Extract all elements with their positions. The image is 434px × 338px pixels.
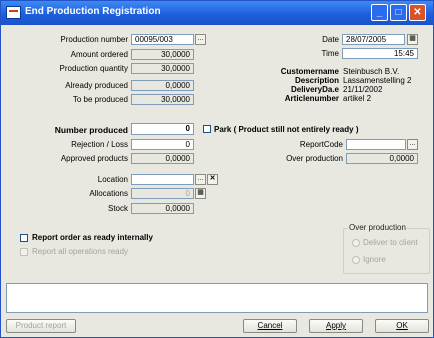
number-produced-label: Number produced — [54, 125, 128, 135]
location-field[interactable] — [131, 174, 194, 185]
message-area[interactable] — [6, 283, 428, 313]
report-ready-label: Report order as ready internally — [32, 233, 153, 242]
amount-ordered-label: Amount ordered — [70, 50, 128, 59]
date-field[interactable]: 28/07/2005 — [342, 34, 405, 45]
over-production-group — [343, 228, 430, 274]
ok-button[interactable]: OK — [375, 319, 429, 333]
ignore-radio — [352, 256, 360, 264]
location-label: Location — [97, 175, 128, 184]
stock-value: 0,0000 — [131, 203, 194, 214]
rejection-loss-field[interactable]: 0 — [131, 139, 194, 150]
apply-button[interactable]: Apply — [309, 319, 363, 333]
clear-icon: ✕ — [209, 175, 216, 182]
number-produced-field[interactable]: 0 — [131, 123, 194, 135]
reportcode-label: ReportCode — [299, 140, 343, 149]
stock-label: Stock — [107, 204, 128, 213]
reportcode-field[interactable] — [346, 139, 406, 150]
to-be-produced-label: To be produced — [72, 95, 128, 104]
production-number-label: Production number — [60, 35, 128, 44]
app-window-icon — [6, 6, 21, 19]
approved-products-value: 0,0000 — [131, 153, 194, 164]
production-quantity-value: 30,0000 — [131, 63, 194, 74]
report-ready-checkbox[interactable] — [20, 234, 28, 242]
time-label: Time — [321, 49, 339, 58]
location-lookup-button[interactable]: ... — [195, 174, 206, 185]
production-number-field[interactable]: 00095/003 — [131, 34, 194, 45]
allocations-value: 0 — [131, 188, 194, 199]
already-produced-label: Already produced — [65, 81, 128, 90]
deliver-to-client-radio — [352, 239, 360, 247]
title-bar[interactable]: End Production Registration _ □ ✕ — [1, 1, 433, 25]
rejection-loss-label: Rejection / Loss — [71, 140, 128, 149]
over-production-group-title: Over production — [348, 223, 407, 233]
allocations-label: Allocations — [89, 189, 128, 198]
articlenumber-label: Articlenumber — [284, 94, 339, 103]
allocations-button[interactable]: ▦ — [195, 188, 206, 199]
time-field[interactable]: 15:45 — [342, 48, 418, 59]
date-label: Date — [322, 35, 339, 44]
maximize-icon: □ — [395, 7, 402, 18]
to-be-produced-value: 30,0000 — [131, 94, 194, 105]
calendar-icon: ▦ — [409, 35, 416, 42]
location-clear-button[interactable]: ✕ — [207, 174, 218, 185]
calendar-button[interactable]: ▦ — [407, 34, 418, 45]
amount-ordered-value: 30,0000 — [131, 49, 194, 60]
ignore-label: Ignore — [363, 255, 386, 264]
over-production-label: Over production — [286, 154, 343, 163]
minimize-icon: _ — [376, 7, 383, 18]
cancel-button[interactable]: Cancel — [243, 319, 297, 333]
window-title: End Production Registration — [25, 6, 161, 17]
report-all-operations-label: Report all operations ready — [32, 247, 129, 256]
park-checkbox[interactable] — [203, 125, 211, 133]
already-produced-value: 0,0000 — [131, 80, 194, 91]
product-report-button: Product report — [6, 319, 76, 333]
close-button[interactable]: ✕ — [409, 4, 426, 21]
close-icon: ✕ — [413, 7, 422, 18]
park-label: Park ( Product still not entirely ready … — [214, 125, 359, 134]
deliver-to-client-label: Deliver to client — [363, 238, 418, 247]
reportcode-lookup-button[interactable]: ... — [407, 139, 418, 150]
maximize-button[interactable]: □ — [390, 4, 407, 21]
minimize-button[interactable]: _ — [371, 4, 388, 21]
over-production-value: 0,0000 — [346, 153, 418, 164]
articlenumber-value: artikel 2 — [343, 94, 372, 103]
production-quantity-label: Production quantity — [59, 64, 129, 73]
grid-icon: ▦ — [197, 189, 204, 196]
approved-products-label: Approved products — [60, 154, 128, 163]
dialog-window: End Production Registration _ □ ✕ Produc… — [0, 0, 434, 338]
report-all-operations-checkbox — [20, 248, 28, 256]
production-number-lookup-button[interactable]: ... — [195, 34, 206, 45]
